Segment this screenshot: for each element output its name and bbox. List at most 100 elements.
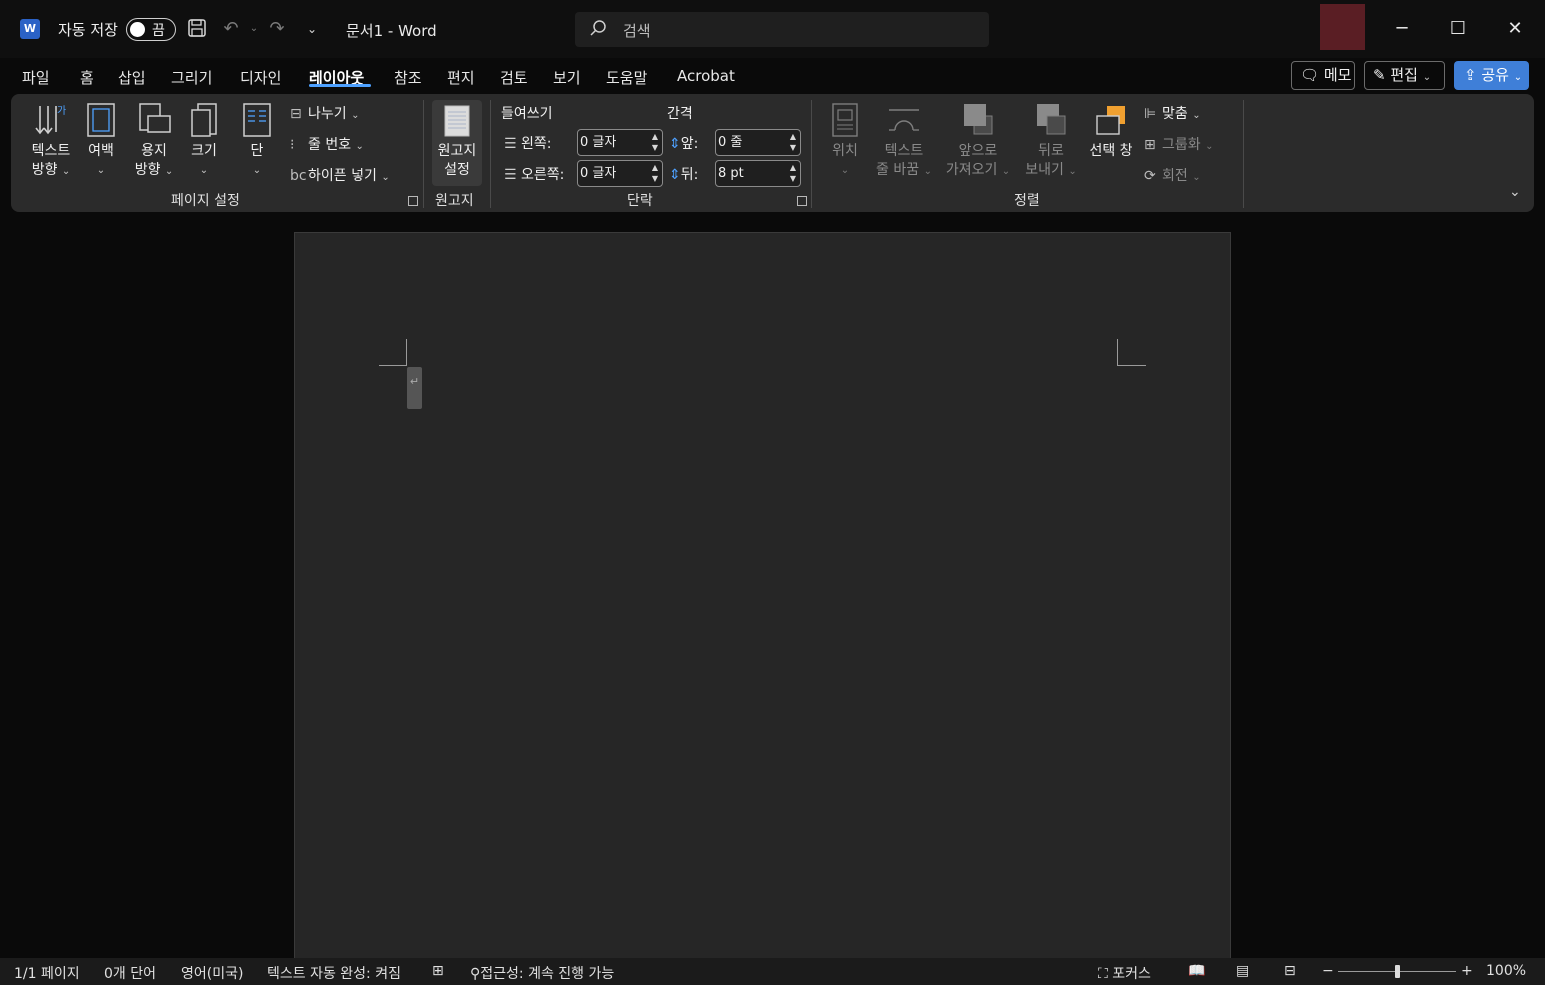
indent-left-input[interactable]: 0 글자 ▲ ▼: [577, 129, 663, 156]
ribbon: 가 텍스트 방향 ⌄ 여백 ⌄ 용지 방향 ⌄ 크기 ⌄ 단 ⌄ ⊟ 나누기 ⌄ …: [11, 94, 1534, 212]
spacing-before-input[interactable]: 0 줄 ▲ ▼: [715, 129, 801, 156]
print-layout-icon[interactable]: ▤: [1236, 963, 1249, 979]
comments-button[interactable]: 🗨 메모: [1291, 61, 1355, 90]
redo-icon[interactable]: ↷: [266, 18, 288, 40]
tab-design[interactable]: 디자인: [240, 67, 281, 88]
focus-icon: ⛶: [1098, 966, 1108, 982]
indent-right-input[interactable]: 0 글자 ▲ ▼: [577, 160, 663, 187]
tab-draw[interactable]: 그리기: [171, 67, 212, 88]
hyphenation-button[interactable]: bc하이픈 넣기 ⌄: [290, 165, 390, 185]
tab-references[interactable]: 참조: [394, 67, 422, 88]
selection-pane-label: 선택 창: [1089, 143, 1133, 159]
share-button[interactable]: ⇪ 공유 ⌄: [1454, 61, 1529, 90]
language-status[interactable]: 영어(미국): [181, 963, 243, 983]
send-backward-label-1: 뒤로: [1038, 143, 1064, 159]
zoom-level[interactable]: 100%: [1486, 963, 1526, 979]
page-size-icon: [191, 103, 217, 137]
columns-icon: [243, 103, 271, 137]
macro-recording-icon[interactable]: ⊞: [432, 963, 444, 979]
chevron-down-icon: ⌄: [1422, 72, 1432, 83]
web-layout-icon[interactable]: ⊟: [1284, 963, 1296, 979]
wrap-text-label-1: 텍스트: [884, 143, 924, 159]
chevron-down-icon: ⌄: [351, 110, 360, 121]
page-setup-launcher-icon[interactable]: [408, 196, 418, 206]
columns-button[interactable]: 단 ⌄: [239, 102, 275, 180]
toggle-knob: [130, 22, 145, 37]
spinner-arrows-icon[interactable]: ▲ ▼: [790, 162, 796, 184]
read-mode-icon[interactable]: 📖: [1188, 963, 1205, 979]
text-predictions-status[interactable]: 텍스트 자동 완성: 켜짐: [267, 963, 401, 983]
undo-dropdown-icon[interactable]: ⌄: [243, 18, 265, 40]
maximize-icon[interactable]: ☐: [1443, 14, 1473, 44]
group-separator: [811, 100, 812, 208]
zoom-slider-thumb[interactable]: [1395, 965, 1400, 978]
chevron-down-icon: ⌄: [1192, 172, 1201, 183]
page-count[interactable]: 1/1 페이지: [14, 963, 80, 983]
size-button[interactable]: 크기 ⌄: [186, 102, 222, 180]
editing-mode-button[interactable]: ✎ 편집 ⌄: [1364, 61, 1445, 90]
tab-acrobat[interactable]: Acrobat: [677, 67, 735, 85]
focus-mode-button[interactable]: ⛶ 포커스: [1098, 963, 1151, 983]
chevron-down-icon: ⌄: [840, 165, 850, 176]
chevron-down-icon: ⌄: [96, 165, 106, 176]
orientation-icon: [139, 103, 171, 133]
undo-icon[interactable]: ↶: [220, 18, 242, 40]
size-label: 크기: [191, 143, 217, 159]
zoom-in-button[interactable]: +: [1461, 963, 1473, 979]
spinner-arrows-icon[interactable]: ▲ ▼: [790, 131, 796, 153]
selection-pane-icon: [1096, 106, 1125, 135]
chevron-down-icon: ⌄: [1001, 166, 1011, 177]
tab-file[interactable]: 파일: [22, 67, 50, 88]
autosave-toggle[interactable]: 끔: [126, 18, 176, 41]
tab-insert[interactable]: 삽입: [118, 67, 146, 88]
line-numbers-button[interactable]: ⁝ 줄 번호 ⌄: [290, 134, 364, 154]
close-icon[interactable]: ✕: [1500, 14, 1530, 44]
save-icon[interactable]: [186, 18, 208, 40]
accessibility-status[interactable]: ⚲접근성: 계속 진행 가능: [470, 963, 614, 983]
manuscript-setup-button[interactable]: 원고지 설정: [432, 100, 482, 186]
text-direction-button[interactable]: 가 텍스트 방향 ⌄: [25, 102, 77, 181]
rotate-button[interactable]: ⟳ 회전 ⌄: [1144, 165, 1201, 185]
selection-pane-button[interactable]: 선택 창: [1085, 102, 1137, 161]
paragraph-launcher-icon[interactable]: [797, 196, 807, 206]
spinner-arrows-icon[interactable]: ▲ ▼: [652, 162, 658, 184]
orientation-button[interactable]: 용지 방향 ⌄: [129, 102, 179, 181]
line-numbers-label: 줄 번호: [308, 137, 352, 153]
tab-help[interactable]: 도움말: [606, 67, 647, 88]
send-backward-button[interactable]: 뒤로 보내기 ⌄: [1019, 102, 1083, 181]
wrap-text-button[interactable]: 텍스트 줄 바꿈 ⌄: [873, 102, 935, 181]
tab-review[interactable]: 검토: [500, 67, 528, 88]
hyphenation-label: 하이픈 넣기: [308, 168, 377, 184]
group-icon: ⊞: [1144, 137, 1156, 153]
chevron-down-icon: ⌄: [1068, 166, 1077, 177]
group-objects-button[interactable]: ⊞ 그룹화 ⌄: [1144, 134, 1213, 154]
spacing-before-icon: ⇕: [669, 136, 681, 152]
chevron-down-icon: ⌄: [61, 166, 71, 177]
document-page[interactable]: [294, 232, 1231, 972]
collapse-ribbon-icon[interactable]: ⌄: [1509, 184, 1521, 200]
chevron-down-icon: ⌄: [381, 172, 390, 183]
crop-mark-top-right-horizontal: [1117, 365, 1146, 366]
tab-home[interactable]: 홈: [80, 67, 94, 88]
bring-forward-button[interactable]: 앞으로 가져오기 ⌄: [943, 102, 1013, 181]
crop-mark-top-left-vertical: [406, 339, 407, 366]
account-avatar[interactable]: [1320, 4, 1365, 50]
breaks-button[interactable]: ⊟ 나누기 ⌄: [290, 103, 359, 123]
align-button[interactable]: ⊫ 맞춤 ⌄: [1144, 103, 1201, 123]
zoom-out-button[interactable]: −: [1322, 963, 1334, 979]
rotate-label: 회전: [1162, 168, 1188, 184]
hyphenation-icon: bc: [290, 168, 307, 184]
minimize-icon[interactable]: ─: [1387, 14, 1417, 44]
margins-button[interactable]: 여백 ⌄: [83, 102, 119, 180]
customize-toolbar-icon[interactable]: ⌄: [301, 18, 323, 40]
active-tab-indicator: [309, 84, 371, 87]
word-count[interactable]: 0개 단어: [104, 963, 156, 983]
spacing-after-input[interactable]: 8 pt ▲ ▼: [715, 160, 801, 187]
autosave-state: 끔: [152, 23, 165, 39]
position-button[interactable]: 위치 ⌄: [825, 102, 865, 180]
tab-view[interactable]: 보기: [553, 67, 581, 88]
spinner-arrows-icon[interactable]: ▲ ▼: [652, 131, 658, 153]
tab-mailings[interactable]: 편지: [447, 67, 475, 88]
editing-label: 편집: [1390, 66, 1418, 84]
search-box[interactable]: 검색: [575, 12, 989, 47]
